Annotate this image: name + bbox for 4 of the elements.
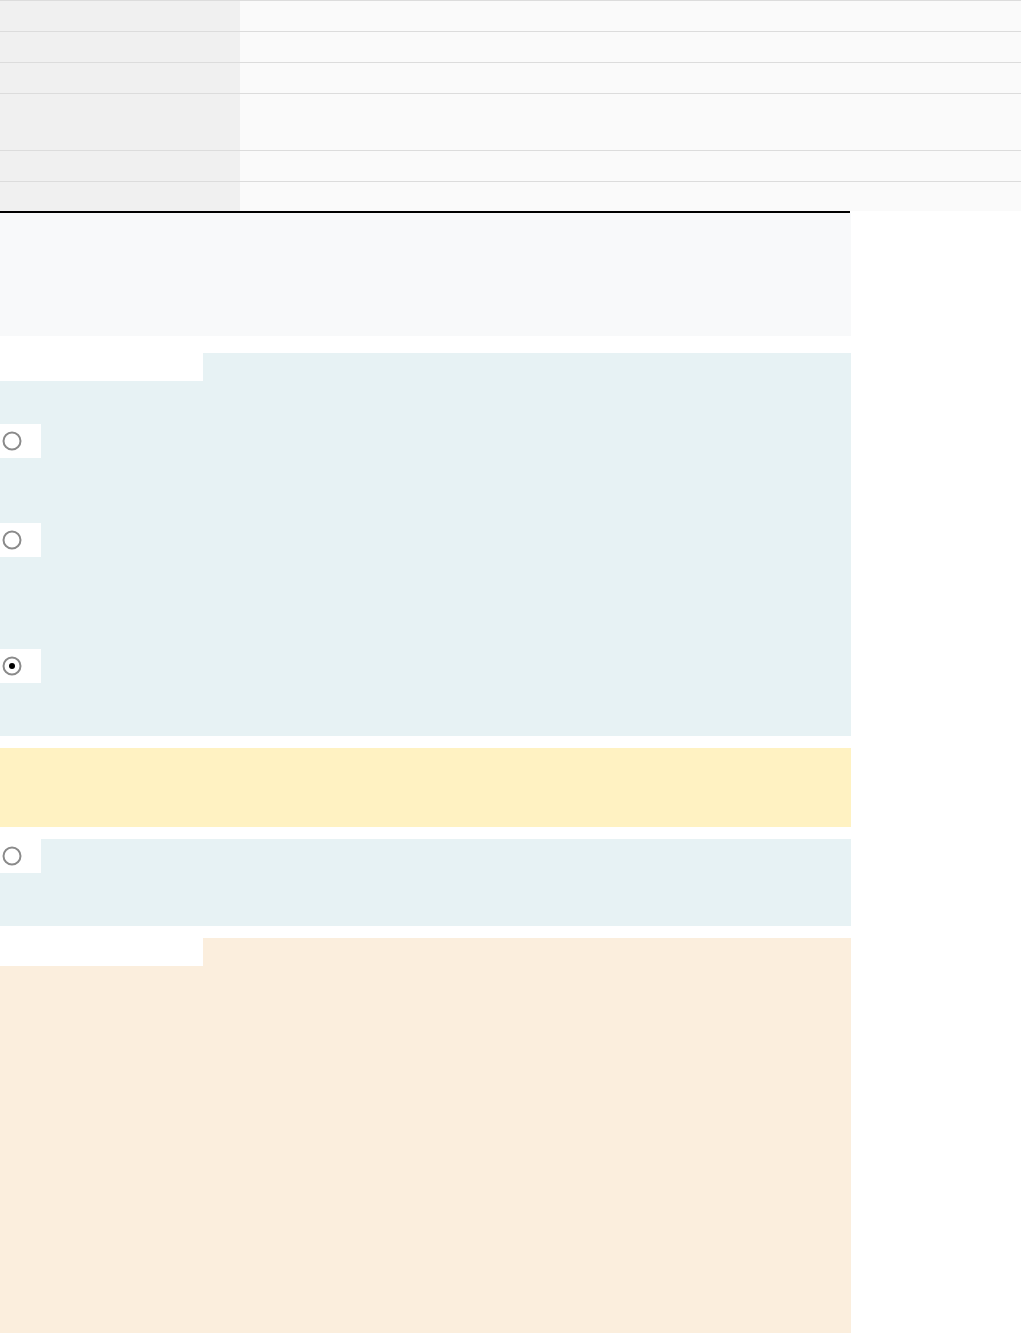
radio-button[interactable]: [2, 530, 22, 550]
radio-button[interactable]: [2, 846, 22, 866]
radio-button[interactable]: [2, 656, 22, 676]
radio-button[interactable]: [2, 431, 22, 451]
